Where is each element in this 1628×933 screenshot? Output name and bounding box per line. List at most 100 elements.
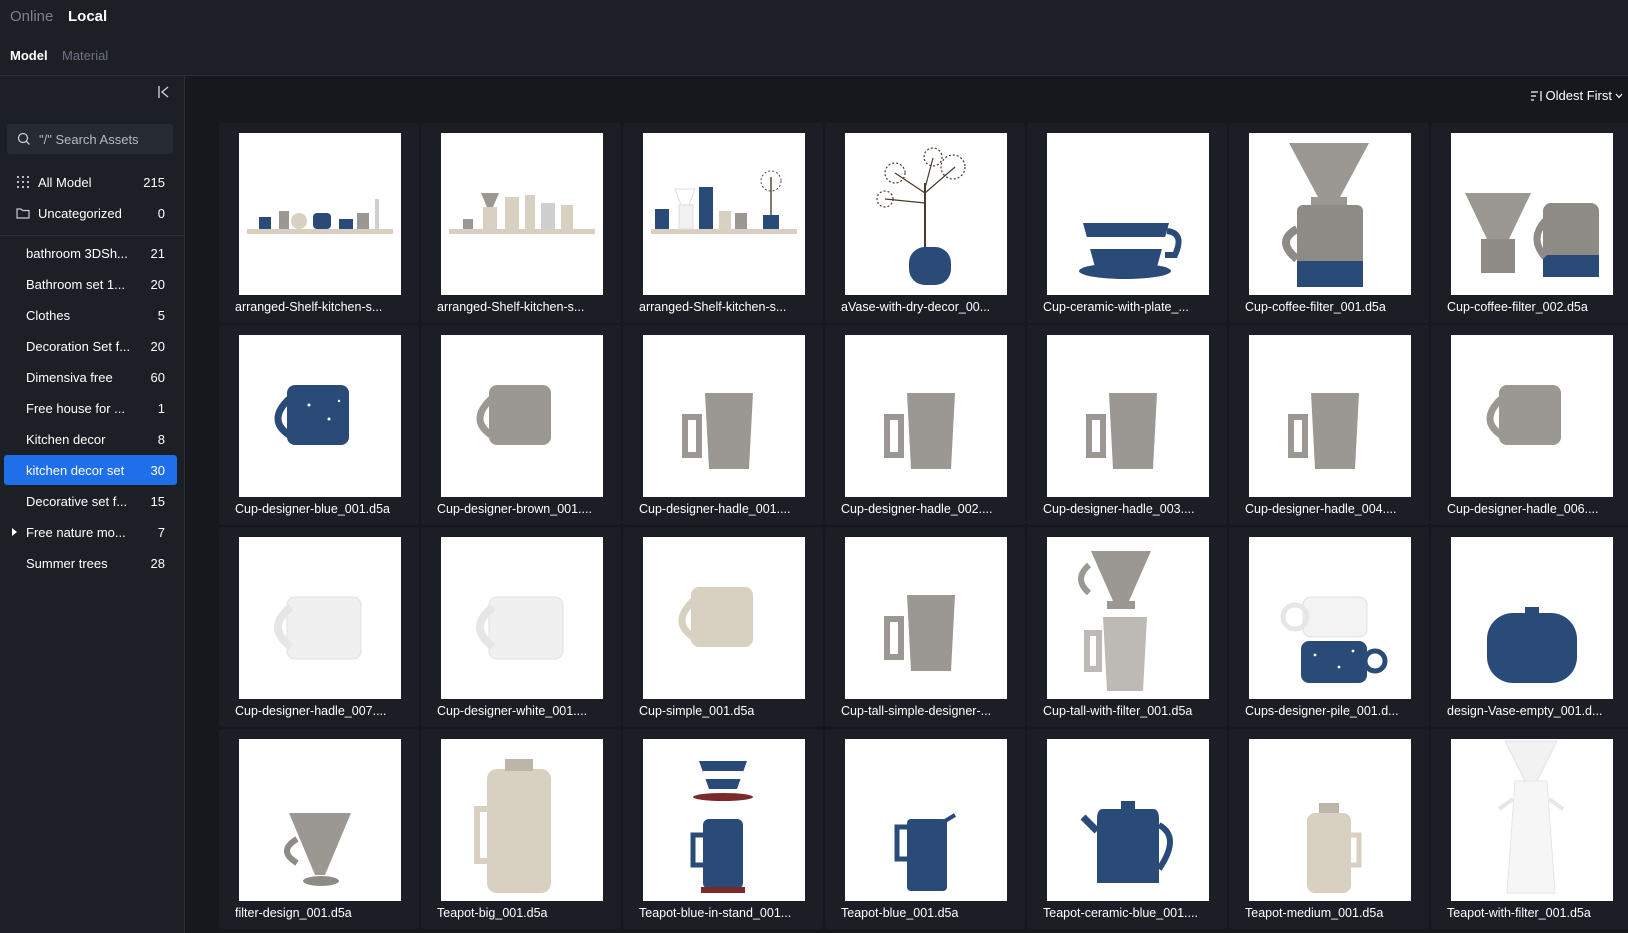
asset-card[interactable]: arranged-Shelf-kitchen-s...: [623, 123, 823, 323]
asset-thumbnail[interactable]: [441, 133, 603, 295]
asset-preview-image: [1487, 607, 1577, 683]
asset-card[interactable]: Cup-designer-hadle_003....: [1027, 325, 1227, 525]
asset-thumbnail[interactable]: [1451, 335, 1613, 497]
sort-dropdown[interactable]: Oldest First: [1530, 88, 1624, 103]
asset-thumbnail[interactable]: [441, 335, 603, 497]
asset-card[interactable]: filter-design_001.d5a: [219, 729, 419, 929]
asset-thumbnail[interactable]: [1249, 739, 1411, 901]
folder-label: bathroom 3DSh...: [26, 245, 128, 261]
asset-card[interactable]: design-Vase-empty_001.d...: [1431, 527, 1628, 727]
asset-thumbnail[interactable]: [845, 133, 1007, 295]
asset-preview-image: [894, 813, 957, 891]
asset-name: Cup-tall-simple-designer-...: [841, 704, 992, 718]
asset-thumbnail[interactable]: [239, 133, 401, 295]
asset-thumbnail[interactable]: [643, 133, 805, 295]
collapse-left-icon[interactable]: [156, 84, 172, 100]
asset-thumbnail[interactable]: [845, 537, 1007, 699]
sort-icon: [1530, 90, 1542, 101]
category-label: All Model: [38, 174, 92, 190]
asset-card[interactable]: Cup-coffee-filter_001.d5a: [1229, 123, 1429, 323]
asset-thumbnail[interactable]: [239, 537, 401, 699]
asset-thumbnail[interactable]: [845, 335, 1007, 497]
asset-thumbnail[interactable]: [1249, 537, 1411, 699]
asset-preview-image: [1280, 596, 1388, 683]
asset-thumbnail[interactable]: [845, 739, 1007, 901]
asset-preview-image: [1079, 223, 1182, 279]
asset-card[interactable]: Cup-designer-hadle_002....: [825, 325, 1025, 525]
tab-online[interactable]: Online: [10, 8, 53, 25]
folder-label: Clothes: [26, 307, 71, 323]
asset-thumbnail[interactable]: [1451, 133, 1613, 295]
asset-thumbnail[interactable]: [441, 739, 603, 901]
asset-card[interactable]: Cup-designer-hadle_004....: [1229, 325, 1429, 525]
asset-thumbnail[interactable]: [643, 739, 805, 901]
asset-name: Cup-designer-hadle_001....: [639, 502, 791, 516]
asset-name: Teapot-blue-in-stand_001...: [639, 906, 792, 920]
asset-thumbnail[interactable]: [1249, 335, 1411, 497]
asset-card[interactable]: Teapot-medium_001.d5a: [1229, 729, 1429, 929]
asset-preview-image: [1288, 393, 1359, 469]
asset-thumbnail[interactable]: [1451, 537, 1613, 699]
asset-card[interactable]: Teapot-with-filter_001.d5a: [1431, 729, 1628, 929]
asset-card[interactable]: Cup-tall-simple-designer-...: [825, 527, 1025, 727]
asset-card[interactable]: Cup-coffee-filter_002.d5a: [1431, 123, 1628, 323]
sidebar-folder[interactable]: Decorative set f... 15: [4, 486, 177, 516]
asset-thumbnail[interactable]: [1047, 739, 1209, 901]
folder-label: Decorative set f...: [26, 493, 128, 509]
asset-thumbnail[interactable]: [643, 335, 805, 497]
asset-card[interactable]: Cup-designer-hadle_001....: [623, 325, 823, 525]
sidebar-folder[interactable]: Kitchen decor 8: [4, 424, 177, 454]
asset-card[interactable]: Cups-designer-pile_001.d...: [1229, 527, 1429, 727]
folder-icon: [16, 208, 30, 219]
sidebar-folder-selected[interactable]: kitchen decor set 30: [4, 455, 177, 485]
asset-thumbnail[interactable]: [643, 537, 805, 699]
asset-thumbnail[interactable]: [441, 537, 603, 699]
category-all-model[interactable]: All Model 215: [0, 167, 177, 197]
search-input[interactable]: [39, 131, 165, 147]
tab-local[interactable]: Local: [68, 8, 107, 25]
sidebar-folder[interactable]: Free nature mo... 7: [4, 517, 177, 547]
asset-card[interactable]: Teapot-blue-in-stand_001...: [623, 729, 823, 929]
asset-card[interactable]: Cup-simple_001.d5a: [623, 527, 823, 727]
sidebar-folder[interactable]: Free house for ... 1: [4, 393, 177, 423]
asset-card[interactable]: Cup-designer-hadle_007....: [219, 527, 419, 727]
asset-card[interactable]: Teapot-big_001.d5a: [421, 729, 621, 929]
asset-thumbnail[interactable]: [1249, 133, 1411, 295]
asset-card[interactable]: aVase-with-dry-decor_00...: [825, 123, 1025, 323]
asset-card[interactable]: arranged-Shelf-kitchen-s...: [421, 123, 621, 323]
asset-card[interactable]: Cup-designer-hadle_006....: [1431, 325, 1628, 525]
folder-count: 8: [157, 431, 165, 447]
asset-thumbnail[interactable]: [239, 335, 401, 497]
sidebar-folder[interactable]: Bathroom set 1... 20: [4, 269, 177, 299]
category-uncategorized[interactable]: Uncategorized 0: [0, 198, 177, 228]
sidebar-folder[interactable]: Dimensiva free 60: [4, 362, 177, 392]
asset-name: arranged-Shelf-kitchen-s...: [235, 300, 383, 314]
sidebar-folder[interactable]: Summer trees 28: [4, 548, 177, 578]
asset-card[interactable]: Cup-designer-white_001....: [421, 527, 621, 727]
asset-card[interactable]: Teapot-blue_001.d5a: [825, 729, 1025, 929]
asset-card[interactable]: arranged-Shelf-kitchen-s...: [219, 123, 419, 323]
asset-card[interactable]: Cup-ceramic-with-plate_...: [1027, 123, 1227, 323]
asset-preview-image: [247, 199, 393, 234]
asset-thumbnail[interactable]: [1047, 335, 1209, 497]
tab-material[interactable]: Material: [62, 48, 108, 63]
sidebar-folder[interactable]: bathroom 3DSh... 21: [4, 238, 177, 268]
asset-card[interactable]: Teapot-ceramic-blue_001....: [1027, 729, 1227, 929]
asset-name: Cup-ceramic-with-plate_...: [1043, 300, 1189, 314]
asset-thumbnail[interactable]: [1047, 537, 1209, 699]
asset-card[interactable]: Cup-tall-with-filter_001.d5a: [1027, 527, 1227, 727]
expand-caret-icon[interactable]: [12, 528, 17, 536]
sidebar-folder[interactable]: Decoration Set f... 20: [4, 331, 177, 361]
asset-thumbnail[interactable]: [1047, 133, 1209, 295]
asset-name: Cup-designer-brown_001....: [437, 502, 592, 516]
folder-label: Bathroom set 1...: [26, 276, 125, 292]
tab-model[interactable]: Model: [10, 48, 48, 63]
sidebar-folder[interactable]: Clothes 5: [4, 300, 177, 330]
asset-card[interactable]: Cup-designer-blue_001.d5a: [219, 325, 419, 525]
asset-thumbnail[interactable]: [239, 739, 401, 901]
asset-thumbnail[interactable]: [1451, 739, 1613, 901]
folder-count: 60: [150, 369, 165, 385]
search-box[interactable]: [7, 124, 173, 154]
asset-card[interactable]: Cup-designer-brown_001....: [421, 325, 621, 525]
asset-name: Cup-designer-hadle_003....: [1043, 502, 1195, 516]
